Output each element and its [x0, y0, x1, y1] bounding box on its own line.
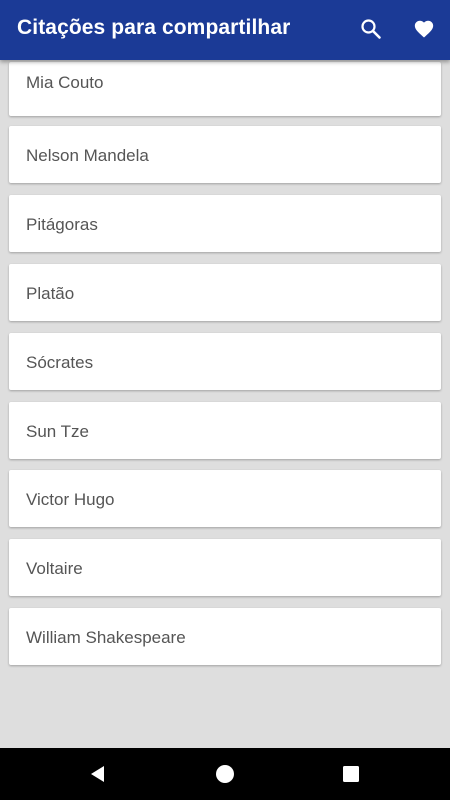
author-name: Sócrates: [26, 353, 94, 372]
author-name: Voltaire: [26, 559, 83, 578]
heart-icon: [414, 20, 434, 38]
author-item-pitagoras[interactable]: Pitágoras: [9, 195, 441, 252]
author-item-nelson-mandela[interactable]: Nelson Mandela: [9, 126, 441, 183]
author-item-sun-tze[interactable]: Sun Tze: [9, 402, 441, 459]
author-name: Platão: [26, 284, 75, 303]
author-name: Nelson Mandela: [26, 146, 149, 165]
app-title: Citações para compartilhar: [17, 16, 291, 39]
search-button[interactable]: [357, 15, 385, 43]
home-button[interactable]: [213, 762, 237, 786]
author-name: Sun Tze: [26, 422, 90, 441]
author-name: Mia Couto: [26, 73, 104, 92]
author-item-platao[interactable]: Platão: [9, 264, 441, 321]
author-item-william-shakespeare[interactable]: William Shakespeare: [9, 608, 441, 665]
back-button[interactable]: [86, 762, 110, 786]
author-list: Mia Couto Nelson Mandela Pitágoras Platã…: [0, 60, 450, 748]
app-bar: Citações para compartilhar: [0, 0, 450, 60]
back-triangle-icon: [91, 766, 104, 782]
author-name: William Shakespeare: [26, 628, 186, 647]
system-nav-bar: [0, 748, 450, 800]
recents-button[interactable]: [339, 762, 363, 786]
author-item-mia-couto[interactable]: Mia Couto: [9, 62, 441, 116]
author-item-victor-hugo[interactable]: Victor Hugo: [9, 470, 441, 527]
author-name: Victor Hugo: [26, 490, 115, 509]
author-item-voltaire[interactable]: Voltaire: [9, 539, 441, 596]
home-circle-icon: [216, 765, 234, 783]
favorites-button[interactable]: [410, 15, 438, 43]
author-name: Pitágoras: [26, 215, 98, 234]
author-item-socrates[interactable]: Sócrates: [9, 333, 441, 390]
search-icon: [361, 19, 381, 39]
recents-square-icon: [343, 766, 359, 782]
